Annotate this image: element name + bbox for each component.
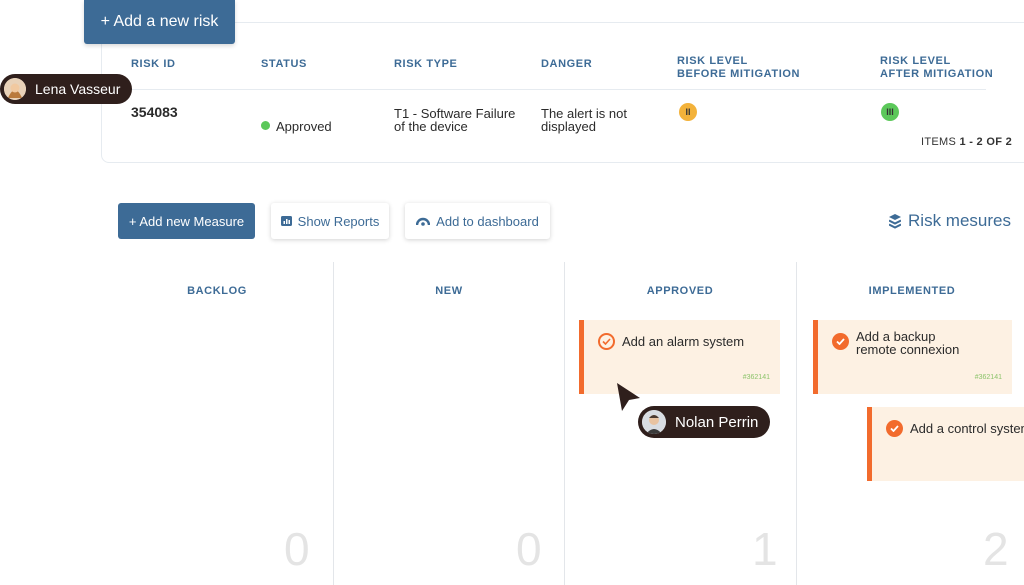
level-after-badge: III: [881, 103, 899, 121]
risk-table-card: [101, 22, 1024, 163]
show-reports-button[interactable]: Show Reports: [271, 203, 389, 239]
column-title-new: NEW: [435, 285, 463, 297]
status-label: Approved: [276, 119, 332, 134]
column-header-status[interactable]: STATUS: [261, 58, 307, 71]
column-divider: [333, 262, 334, 585]
risk-mesures-link[interactable]: Risk mesures: [889, 211, 1011, 231]
column-title-implemented: IMPLEMENTED: [868, 285, 956, 297]
avatar: [642, 410, 666, 434]
card-title: Add an alarm system: [622, 334, 745, 349]
risk-mesures-label: Risk mesures: [908, 211, 1011, 230]
column-divider: [796, 262, 797, 585]
add-to-dashboard-button[interactable]: Add to dashboard: [405, 203, 550, 239]
status-cell: Approved: [261, 107, 332, 133]
user-name: Lena Vasseur: [35, 81, 121, 97]
measure-card[interactable]: Add a control system: [867, 407, 1024, 481]
add-new-measure-button[interactable]: + Add new Measure: [118, 203, 255, 239]
column-header-risk-type[interactable]: RISK TYPE: [394, 58, 457, 71]
column-header-level-before[interactable]: RISK LEVEL BEFORE MITIGATION: [677, 55, 800, 81]
bar-chart-icon: [280, 216, 292, 226]
status-approved-dot: [261, 121, 270, 130]
column-divider: [564, 262, 565, 585]
layers-stack-icon: [889, 213, 902, 229]
measure-card[interactable]: Add a backup remote connexion #362141: [813, 320, 1012, 394]
card-reference: #362141: [742, 374, 770, 381]
user-name: Nolan Perrin: [675, 413, 759, 431]
column-count-backlog: 0: [284, 523, 310, 575]
column-title-backlog: BACKLOG: [187, 285, 247, 297]
column-title-approved: APPROVED: [646, 285, 714, 297]
items-label: ITEMS: [920, 136, 957, 148]
card-title: Add a control system: [910, 421, 1024, 436]
add-to-dashboard-label: Add to dashboard: [436, 213, 539, 229]
table-header-divider: [130, 89, 986, 90]
card-reference: #362141: [974, 374, 1002, 381]
column-count-approved: 1: [752, 523, 778, 575]
column-count-new: 0: [516, 523, 542, 575]
check-circle-icon: [598, 333, 615, 350]
danger-cell: The alert is not displayed: [541, 106, 627, 134]
measure-card[interactable]: Add an alarm system #362141: [579, 320, 780, 394]
level-before-badge: II: [679, 103, 697, 121]
column-header-danger[interactable]: DANGER: [541, 58, 592, 71]
user-tag-nolan: Nolan Perrin: [638, 406, 771, 438]
column-header-risk-id[interactable]: RISK ID: [131, 58, 176, 71]
add-new-risk-button[interactable]: + Add a new risk: [84, 0, 235, 44]
risk-type-cell: T1 - Software Failure of the device: [394, 106, 516, 134]
items-range: 1 - 2 OF 2: [959, 136, 1012, 148]
risk-id-cell[interactable]: 354083: [131, 105, 178, 119]
check-circle-icon: [832, 333, 849, 350]
dashboard-gauge-icon: [416, 217, 431, 226]
check-circle-icon: [886, 420, 903, 437]
pagination-info: ITEMS 1 - 2 OF 2: [921, 136, 1012, 148]
column-header-level-after[interactable]: RISK LEVEL AFTER MITIGATION: [880, 55, 993, 81]
column-count-implemented: 2: [983, 523, 1009, 575]
show-reports-label: Show Reports: [297, 213, 380, 229]
avatar: [4, 78, 26, 100]
user-tag-lena: Lena Vasseur: [0, 74, 133, 104]
card-title: Add a backup remote connexion: [856, 329, 960, 357]
cursor-pointer-icon: [616, 382, 642, 417]
